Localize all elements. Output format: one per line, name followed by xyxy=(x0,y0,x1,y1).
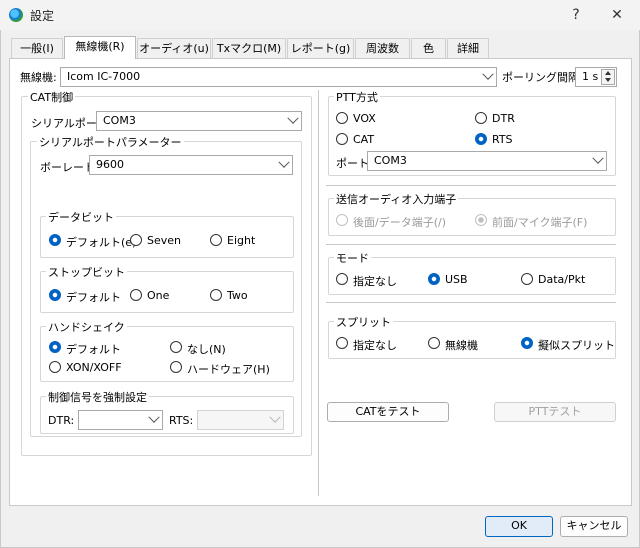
title-bar xyxy=(0,0,640,30)
stop-bits-one-label: One xyxy=(147,289,170,302)
rts-label: RTS: xyxy=(169,414,194,427)
spin-down-icon[interactable] xyxy=(605,78,611,82)
rig-select-value: Icom IC-7000 xyxy=(67,70,141,83)
separator xyxy=(326,244,616,245)
handshake-xonxoff-label: XON/XOFF xyxy=(66,361,122,374)
tab-audio[interactable]: オーディオ(u) xyxy=(137,38,211,58)
data-bits-eight-radio[interactable] xyxy=(210,234,222,246)
data-bits-legend: データビット xyxy=(46,209,116,225)
polling-label: ポーリング間隔: xyxy=(502,71,583,84)
close-button[interactable]: ✕ xyxy=(602,3,632,27)
rig-select[interactable]: Icom IC-7000 xyxy=(60,67,497,87)
tx-audio-rear-label: 後面/データ端子(/) xyxy=(353,216,446,229)
ptt-method-legend: PTT方式 xyxy=(334,89,380,105)
chevron-down-icon xyxy=(287,112,299,124)
tab-tx-macros[interactable]: Txマクロ(M) xyxy=(212,38,286,58)
chevron-down-icon xyxy=(148,411,160,423)
ptt-rts-label: RTS xyxy=(492,133,513,146)
baud-rate-value: 9600 xyxy=(96,158,124,171)
split-fake-label: 擬似スプリット xyxy=(538,339,615,352)
handshake-hardware-label: ハードウェア(H) xyxy=(187,363,270,376)
split-none-radio[interactable] xyxy=(336,337,348,349)
ptt-dtr-label: DTR xyxy=(492,112,515,125)
ptt-vox-radio[interactable] xyxy=(336,112,348,124)
handshake-legend: ハンドシェイク xyxy=(46,319,127,335)
stop-bits-two-radio[interactable] xyxy=(210,289,222,301)
tab-general[interactable]: 一般(I) xyxy=(11,38,63,58)
data-bits-default-radio[interactable] xyxy=(49,234,61,246)
separator xyxy=(326,185,616,186)
mode-data-pkt-radio[interactable] xyxy=(521,273,533,285)
stop-bits-one-radio[interactable] xyxy=(130,289,142,301)
stop-bits-default-label: デフォルト xyxy=(66,291,121,304)
app-icon xyxy=(9,8,23,22)
polling-spinner[interactable] xyxy=(601,69,615,85)
dtr-label: DTR: xyxy=(48,414,75,427)
ptt-rts-radio[interactable] xyxy=(475,133,487,145)
ptt-dtr-radio[interactable] xyxy=(475,112,487,124)
tx-audio-rear-radio[interactable] xyxy=(336,214,348,226)
mode-usb-label: USB xyxy=(445,273,468,286)
ok-button[interactable]: OK xyxy=(485,516,553,537)
data-bits-seven-radio[interactable] xyxy=(130,234,142,246)
split-fake-radio[interactable] xyxy=(521,337,533,349)
stop-bits-default-radio[interactable] xyxy=(49,289,61,301)
dtr-select[interactable] xyxy=(78,410,163,430)
split-legend: スプリット xyxy=(334,314,393,330)
rts-select[interactable] xyxy=(197,410,284,430)
handshake-hardware-radio[interactable] xyxy=(170,361,182,373)
tx-audio-legend: 送信オーディオ入力端子 xyxy=(334,191,459,207)
mode-legend: モード xyxy=(334,250,371,266)
chevron-down-icon xyxy=(278,156,290,168)
tx-audio-front-radio[interactable] xyxy=(475,214,487,226)
window-title: 設定 xyxy=(30,9,55,23)
chevron-down-icon xyxy=(482,68,494,80)
stop-bits-legend: ストップビット xyxy=(46,264,127,280)
cancel-button[interactable]: キャンセル xyxy=(560,516,628,537)
tab-frequencies[interactable]: 周波数 xyxy=(355,38,410,58)
split-rig-label: 無線機 xyxy=(445,339,478,352)
handshake-default-radio[interactable] xyxy=(49,341,61,353)
mode-usb-radio[interactable] xyxy=(428,273,440,285)
data-bits-default-label: デフォルト(e) xyxy=(66,236,137,249)
separator xyxy=(326,302,616,303)
chevron-down-icon xyxy=(269,411,281,423)
rig-label: 無線機: xyxy=(20,71,57,84)
split-rig-radio[interactable] xyxy=(428,337,440,349)
serial-port-value: COM3 xyxy=(103,114,136,127)
cat-control-legend: CAT制御 xyxy=(28,89,76,105)
mode-data-pkt-label: Data/Pkt xyxy=(538,273,586,286)
column-divider xyxy=(318,90,319,496)
handshake-xonxoff-radio[interactable] xyxy=(49,361,61,373)
split-none-label: 指定なし xyxy=(353,339,397,352)
chevron-down-icon xyxy=(592,152,604,164)
ptt-cat-label: CAT xyxy=(353,133,375,146)
ptt-port-select[interactable]: COM3 xyxy=(367,151,607,171)
baud-rate-select[interactable]: 9600 xyxy=(89,155,293,175)
handshake-none-label: なし(N) xyxy=(187,343,226,356)
test-cat-button[interactable]: CATをテスト xyxy=(327,402,449,422)
test-ptt-button[interactable]: PTTテスト xyxy=(494,402,616,422)
tab-advanced[interactable]: 詳細 xyxy=(447,38,489,58)
tx-audio-front-label: 前面/マイク端子(F) xyxy=(492,216,588,229)
serial-params-legend: シリアルポートパラメーター xyxy=(37,134,184,150)
force-lines-legend: 制御信号を強制設定 xyxy=(46,389,149,405)
tab-colors[interactable]: 色 xyxy=(411,38,446,58)
help-button[interactable]: ? xyxy=(561,3,591,27)
data-bits-eight-label: Eight xyxy=(227,234,256,247)
tab-reporting[interactable]: レポート(g) xyxy=(287,38,354,58)
polling-interval-value: 1 s xyxy=(582,70,599,83)
ptt-port-value: COM3 xyxy=(374,154,407,167)
tab-radio[interactable]: 無線機(R) xyxy=(64,36,136,59)
handshake-none-radio[interactable] xyxy=(170,341,182,353)
ptt-vox-label: VOX xyxy=(353,112,376,125)
spin-up-icon[interactable] xyxy=(605,71,611,75)
ptt-cat-radio[interactable] xyxy=(336,133,348,145)
serial-port-select[interactable]: COM3 xyxy=(96,111,302,131)
stop-bits-two-label: Two xyxy=(227,289,248,302)
data-bits-seven-label: Seven xyxy=(147,234,181,247)
handshake-default-label: デフォルト xyxy=(66,343,121,356)
mode-none-radio[interactable] xyxy=(336,273,348,285)
mode-none-label: 指定なし xyxy=(353,275,397,288)
